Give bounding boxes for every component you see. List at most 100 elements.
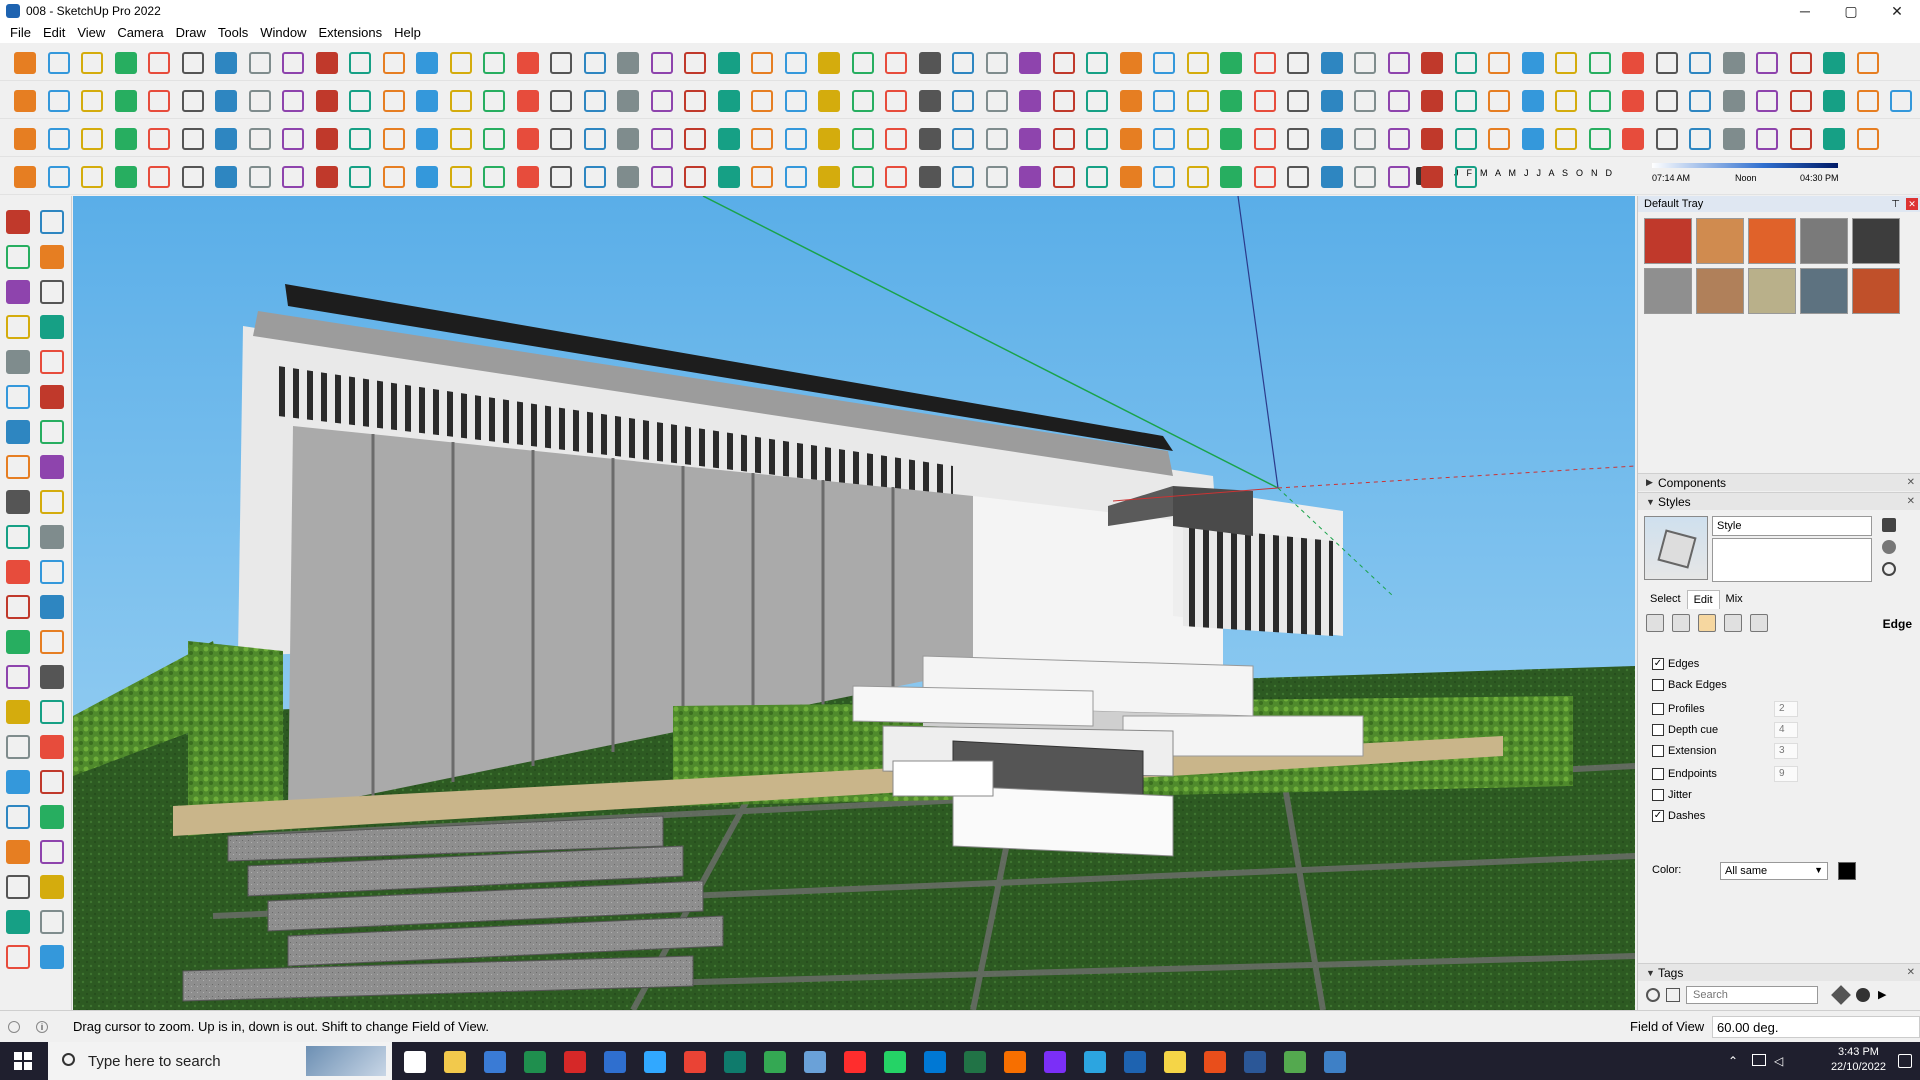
toolbar-tool-icon[interactable] — [684, 90, 706, 112]
toolbar-tool-icon[interactable] — [382, 128, 405, 150]
edit-category-icon[interactable] — [1672, 614, 1690, 632]
measurements-box[interactable]: 60.00 deg. — [1712, 1016, 1920, 1038]
toolbar-tool-icon[interactable] — [516, 90, 539, 112]
taskbar-app-icon[interactable] — [444, 1051, 466, 1073]
large-tool-icon[interactable] — [40, 700, 64, 724]
toolbar-tool-icon[interactable] — [751, 90, 773, 112]
toolbar-tool-icon[interactable] — [1488, 90, 1510, 112]
toolbar-tool-icon[interactable] — [583, 52, 606, 74]
toolbar-tool-icon[interactable] — [1756, 90, 1778, 112]
large-tool-icon[interactable] — [6, 315, 30, 339]
large-tool-icon[interactable] — [40, 875, 64, 899]
toolbar-tool-icon[interactable] — [1555, 128, 1577, 150]
toolbar-tool-icon[interactable] — [1186, 52, 1209, 74]
toolbar-tool-icon[interactable] — [349, 166, 371, 188]
toolbar-tool-icon[interactable] — [47, 90, 70, 112]
toolbar-tool-icon[interactable] — [14, 90, 36, 112]
shadow-time-bar[interactable] — [1652, 163, 1838, 168]
large-tool-icon[interactable] — [6, 665, 30, 689]
toolbar-tool-icon[interactable] — [1220, 166, 1242, 188]
taskbar-app-icon[interactable] — [724, 1051, 746, 1073]
toolbar-tool-icon[interactable] — [382, 52, 405, 74]
toolbar-tool-icon[interactable] — [47, 128, 70, 150]
toolbar-tool-icon[interactable] — [918, 166, 941, 188]
toolbar-tool-icon[interactable] — [14, 52, 36, 74]
menu-extensions[interactable]: Extensions — [313, 25, 389, 40]
large-tool-icon[interactable] — [40, 525, 64, 549]
toolbar-tool-icon[interactable] — [416, 52, 438, 74]
edit-category-icon[interactable] — [1698, 614, 1716, 632]
large-tool-icon[interactable] — [6, 805, 30, 829]
toolbar-tool-icon[interactable] — [148, 90, 170, 112]
material-swatch[interactable] — [1748, 218, 1796, 264]
toolbar-tool-icon[interactable] — [583, 128, 606, 150]
toolbar-tool-icon[interactable] — [1387, 52, 1410, 74]
toolbar-tool-icon[interactable] — [449, 166, 472, 188]
toolbar-tool-icon[interactable] — [315, 52, 338, 74]
toolbar-tool-icon[interactable] — [1186, 90, 1209, 112]
material-swatch[interactable] — [1644, 268, 1692, 314]
edge-setting-profiles[interactable]: Profiles — [1652, 701, 1705, 717]
taskbar-app-icon[interactable] — [1244, 1051, 1266, 1073]
toolbar-tool-icon[interactable] — [1454, 166, 1477, 188]
large-tool-icon[interactable] — [40, 840, 64, 864]
volume-icon[interactable]: ◁ — [1774, 1054, 1783, 1068]
toolbar-tool-icon[interactable] — [851, 90, 874, 112]
material-swatch[interactable] — [1800, 268, 1848, 314]
toolbar-tool-icon[interactable] — [349, 128, 371, 150]
large-tool-icon[interactable] — [6, 245, 30, 269]
toolbar-tool-icon[interactable] — [215, 128, 237, 150]
checkbox[interactable] — [1652, 703, 1664, 715]
toolbar-tool-icon[interactable] — [1220, 90, 1242, 112]
taskbar-app-icon[interactable] — [964, 1051, 986, 1073]
large-tool-icon[interactable] — [40, 945, 64, 969]
toolbar-tool-icon[interactable] — [985, 166, 1008, 188]
toolbar-tool-icon[interactable] — [148, 128, 170, 150]
large-tool-icon[interactable] — [40, 280, 64, 304]
taskbar-app-icon[interactable] — [644, 1051, 666, 1073]
large-tool-icon[interactable] — [6, 210, 30, 234]
toolbar-tool-icon[interactable] — [1488, 52, 1510, 74]
toolbar-tool-icon[interactable] — [784, 128, 807, 150]
toolbar-tool-icon[interactable] — [1153, 128, 1175, 150]
scene-canvas[interactable] — [73, 196, 1635, 1010]
toolbar-tool-icon[interactable] — [583, 90, 606, 112]
toolbar-tool-icon[interactable] — [416, 166, 438, 188]
update-style-icon[interactable] — [1882, 562, 1896, 576]
toolbar-tool-icon[interactable] — [282, 166, 304, 188]
toolbar-tool-icon[interactable] — [1253, 166, 1276, 188]
toolbar-tool-icon[interactable] — [717, 166, 740, 188]
close-button[interactable]: ✕ — [1874, 0, 1920, 22]
menu-file[interactable]: File — [4, 25, 37, 40]
toolbar-tool-icon[interactable] — [1521, 128, 1544, 150]
toolbar-tool-icon[interactable] — [1588, 52, 1611, 74]
toolbar-tool-icon[interactable] — [282, 128, 304, 150]
checkbox[interactable] — [1652, 789, 1664, 801]
toolbar-tool-icon[interactable] — [215, 90, 237, 112]
taskbar-app-icon[interactable] — [604, 1051, 626, 1073]
toolbar-tool-icon[interactable] — [1287, 128, 1309, 150]
toolbar-tool-icon[interactable] — [215, 52, 237, 74]
tray-close-icon[interactable]: ✕ — [1906, 198, 1918, 210]
toolbar-tool-icon[interactable] — [1354, 52, 1376, 74]
large-tool-icon[interactable] — [40, 455, 64, 479]
toolbar-tool-icon[interactable] — [282, 52, 304, 74]
toolbar-tool-icon[interactable] — [818, 166, 840, 188]
checkbox[interactable] — [1652, 679, 1664, 691]
toolbar-tool-icon[interactable] — [717, 52, 740, 74]
toolbar-tool-icon[interactable] — [114, 166, 137, 188]
toolbar-tool-icon[interactable] — [784, 166, 807, 188]
taskbar-app-icon[interactable] — [484, 1051, 506, 1073]
toolbar-tool-icon[interactable] — [1287, 166, 1309, 188]
components-panel-header[interactable]: ▶ Components ✕ — [1638, 473, 1920, 491]
toolbar-tool-icon[interactable] — [1689, 52, 1711, 74]
edge-setting-jitter[interactable]: Jitter — [1652, 787, 1692, 803]
toolbar-tool-icon[interactable] — [1019, 52, 1041, 74]
toolbar-tool-icon[interactable] — [1387, 166, 1410, 188]
create-style-icon[interactable] — [1882, 540, 1896, 554]
large-tool-icon[interactable] — [40, 245, 64, 269]
toolbar-tool-icon[interactable] — [885, 90, 907, 112]
style-description-field[interactable] — [1712, 538, 1872, 582]
large-tool-icon[interactable] — [40, 770, 64, 794]
toolbar-tool-icon[interactable] — [1019, 128, 1041, 150]
